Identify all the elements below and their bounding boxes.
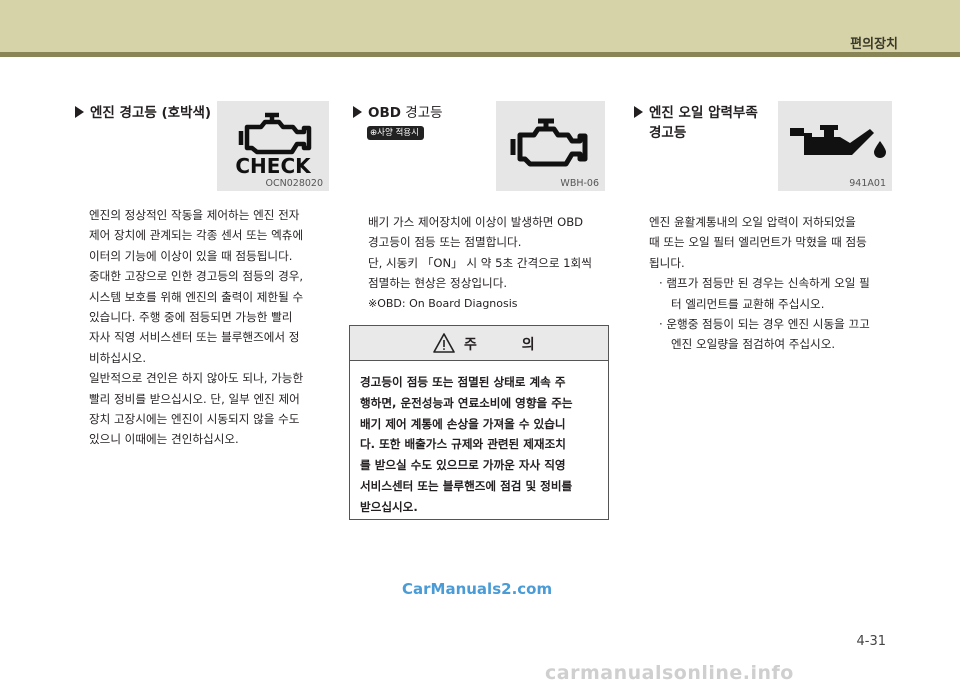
option-badge-label: 사양 적용시 — [377, 128, 419, 138]
text-line: 때 또는 오일 필터 엘리먼트가 막혔을 때 점등 — [649, 235, 867, 250]
text-line: 엔진의 정상적인 작동을 제어하는 엔진 전자 — [89, 208, 300, 222]
footnote: ※OBD: On Board Diagnosis — [368, 296, 518, 310]
text-line: 배기 가스 제어장치에 이상이 발생하면 OBD — [368, 215, 584, 229]
text-line: 단, 시동키 「ON」 시 약 5초 간격으로 1회씩 — [368, 255, 592, 270]
triangle-bullet-icon — [353, 106, 362, 118]
list-item: · 운행중 점등이 되는 경우 엔진 시동을 끄고 엔진 오일량을 점검하여 주… — [649, 314, 893, 355]
text-line: 있으니 이때에는 견인하십시오. — [89, 432, 239, 447]
text-line: 있습니다. 주행 중에 점등되면 가능한 빨리 — [89, 310, 293, 325]
caution-line: 배기 제어 계통에 손상을 가져올 수 있습니 — [360, 416, 566, 431]
caution-line: 다. 또한 배출가스 규제와 관련된 제재조치 — [360, 437, 566, 452]
obd-description: 배기 가스 제어장치에 이상이 발생하면 OBD 경고등이 점등 또는 점멸합니… — [368, 212, 608, 314]
caution-box: 주 의 경고등이 점등 또는 점멸된 상태로 계속 주 행하면, 운전성능과 연… — [349, 325, 609, 520]
text-line: 빨리 정비를 받으십시오. 단, 일부 엔진 제어 — [89, 391, 300, 406]
engine-check-icon-box: CHECK OCN028020 — [217, 101, 329, 191]
text-line: 중대한 고장으로 인한 경고등의 점등의 경우, — [89, 269, 304, 284]
header-rule — [0, 52, 960, 57]
text-line: 장치 고장시에는 엔진이 시동되지 않을 수도 — [89, 412, 300, 427]
section-title-bold: OBD — [368, 105, 401, 121]
bullet-line: · 운행중 점등이 되는 경우 엔진 시동을 끄고 — [659, 317, 870, 332]
section-title-text: 엔진 오일 압력부족 — [649, 105, 758, 121]
triangle-bullet-icon — [75, 106, 84, 118]
text-line: 경고등이 점등 또는 점멸합니다. — [368, 235, 522, 250]
section-title-text: 경고등 — [649, 125, 687, 141]
text-line: 됩니다. — [649, 255, 685, 270]
text-line: 제어 장치에 관계되는 각종 센서 또는 엑츄에 — [89, 228, 304, 243]
engine-icon — [510, 118, 588, 167]
list-item: · 램프가 점등만 된 경우는 신속하게 오일 필 터 엘리먼트를 교환해 주십… — [649, 273, 893, 314]
image-code: 941A01 — [849, 178, 886, 189]
image-code: WBH-06 — [560, 178, 599, 189]
caution-line: 서비스센터 또는 블루핸즈에 점검 및 정비를 — [360, 478, 573, 493]
caution-line: 받으십시오. — [360, 499, 418, 514]
oil-pressure-icon-box: 941A01 — [778, 101, 892, 191]
text-line: 엔진 윤활계통내의 오일 압력이 저하되었을 — [649, 215, 856, 229]
page-header: 편의장치 — [0, 0, 960, 52]
text-line: 시스템 보호를 위해 엔진의 출력이 제한될 수 — [89, 289, 304, 304]
section-title-engine-check: 엔진 경고등 (호박색) — [75, 103, 211, 123]
section-title-oil-pressure: 엔진 오일 압력부족 경고등 — [634, 103, 758, 143]
text-line: 비하십시오. — [89, 350, 147, 365]
bullet-line: · 램프가 점등만 된 경우는 신속하게 오일 필 — [659, 276, 870, 291]
text-line: 점멸하는 현상은 정상입니다. — [368, 276, 508, 291]
caution-text: 경고등이 점등 또는 점멸된 상태로 계속 주 행하면, 운전성능과 연료소비에… — [350, 361, 608, 518]
footer-logo: carmanualsonline.info — [545, 662, 794, 684]
text-line: 자사 직영 서비스센터 또는 블루핸즈에서 정 — [89, 330, 300, 345]
oil-pressure-description: 엔진 윤활계통내의 오일 압력이 저하되었을 때 또는 오일 필터 엘리먼트가 … — [649, 212, 893, 355]
option-badge: ⊕사양 적용시 — [367, 126, 424, 140]
image-code: OCN028020 — [265, 178, 323, 189]
check-label: CHECK — [235, 154, 312, 177]
triangle-bullet-icon — [634, 106, 643, 118]
oil-can-icon — [790, 125, 886, 158]
bullet-line: 터 엘리먼트를 교환해 주십시오. — [671, 296, 825, 311]
obd-icon-box: WBH-06 — [496, 101, 605, 191]
caution-line: 행하면, 운전성능과 연료소비에 영향을 주는 — [360, 395, 573, 410]
warning-triangle-icon — [433, 333, 455, 353]
caution-line: 를 받으실 수도 있으므로 가까운 자사 직영 — [360, 458, 566, 473]
caution-title: 주 의 — [464, 337, 555, 353]
bullet-line: 엔진 오일량을 점검하여 주십시오. — [671, 337, 836, 352]
section-title-text: 엔진 경고등 (호박색) — [90, 105, 212, 121]
engine-check-icon: CHECK — [235, 112, 312, 178]
watermark: CarManuals2.com — [402, 580, 553, 598]
caution-line: 경고등이 점등 또는 점멸된 상태로 계속 주 — [360, 375, 566, 389]
page-number: 4-31 — [856, 634, 886, 649]
chapter-title: 편의장치 — [850, 37, 898, 52]
section-title-text: 경고등 — [400, 105, 443, 121]
text-line: 이터의 기능에 이상이 있을 때 점등됩니다. — [89, 248, 293, 263]
section-title-obd: OBD 경고등 — [353, 103, 443, 123]
engine-check-description: 엔진의 정상적인 작동을 제어하는 엔진 전자 제어 장치에 관계되는 각종 센… — [89, 205, 329, 450]
text-line: 일반적으로 견인은 하지 않아도 되나, 가능한 — [89, 371, 304, 386]
caution-header: 주 의 — [350, 326, 608, 361]
